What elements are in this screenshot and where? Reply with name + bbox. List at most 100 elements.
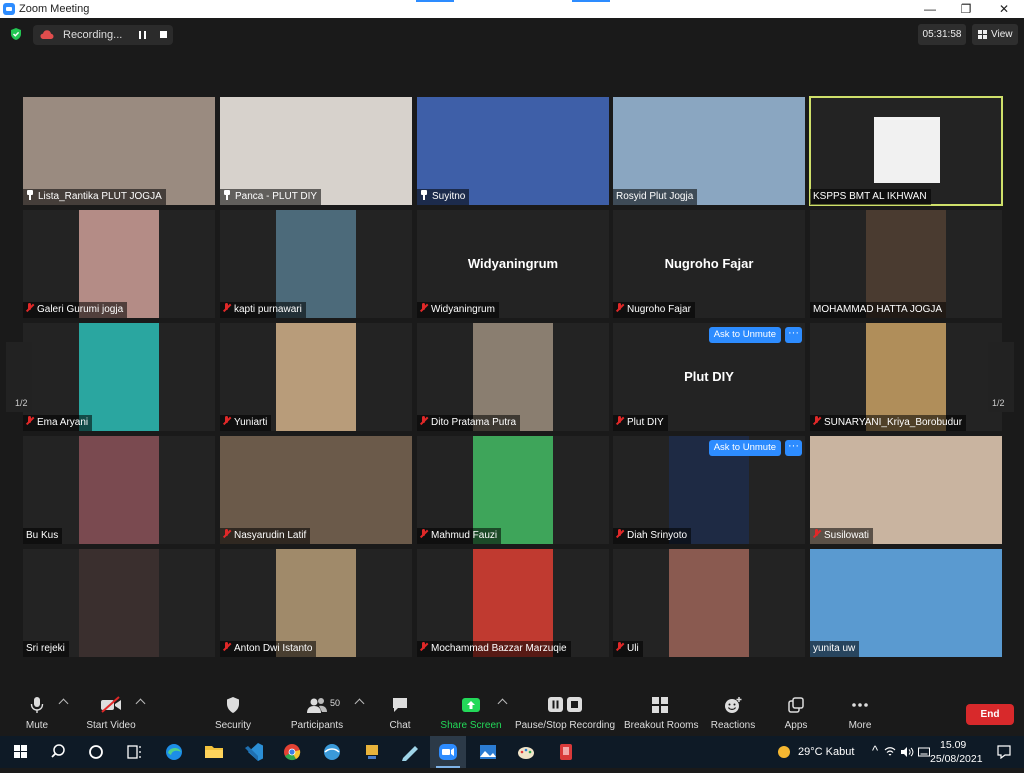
breakout-rooms-button[interactable]: Breakout Rooms bbox=[624, 690, 698, 736]
ask-to-unmute-button[interactable]: Ask to Unmute bbox=[708, 327, 781, 343]
participants-options-caret[interactable] bbox=[354, 698, 365, 709]
participant-video bbox=[874, 117, 940, 183]
share-screen-button[interactable]: Share Screen bbox=[438, 690, 504, 736]
participants-button[interactable]: 50 Participants bbox=[286, 690, 348, 736]
participant-tile[interactable]: MOHAMMAD HATTA JOGJA bbox=[810, 210, 1002, 318]
participant-tile[interactable]: Dito Pratama Putra bbox=[417, 323, 609, 431]
volume-icon[interactable] bbox=[900, 746, 914, 758]
more-button[interactable]: More bbox=[840, 690, 880, 736]
taskbar-app-network[interactable] bbox=[354, 736, 390, 768]
security-button[interactable]: Security bbox=[210, 690, 256, 736]
taskbar-app-notes[interactable] bbox=[392, 736, 428, 768]
participant-display-name: Widyaningrum bbox=[467, 256, 559, 271]
end-meeting-button[interactable]: End bbox=[966, 704, 1014, 725]
participant-tile[interactable]: Rosyid Plut Jogja bbox=[613, 97, 805, 205]
tray-overflow-icon[interactable]: ^ bbox=[872, 743, 878, 758]
participant-tile[interactable]: Ema Aryani bbox=[23, 323, 215, 431]
participant-tile[interactable]: Yuniarti bbox=[220, 323, 412, 431]
taskbar-photos[interactable] bbox=[470, 736, 506, 768]
minimize-button[interactable]: — bbox=[910, 1, 950, 17]
participant-tile[interactable]: Bu Kus bbox=[23, 436, 215, 544]
participant-name: SUNARYANI_Kriya_Borobudur bbox=[824, 417, 963, 428]
participant-tile[interactable]: Galeri Gurumi jogja bbox=[23, 210, 215, 318]
clock-date: 25/08/2021 bbox=[930, 753, 983, 765]
participant-name-label: Anton Dwi Istanto bbox=[220, 641, 317, 657]
ask-to-unmute-button[interactable]: Ask to Unmute bbox=[708, 440, 781, 456]
close-window-button[interactable]: ✕ bbox=[984, 1, 1024, 17]
participant-name-label: Plut DIY bbox=[613, 415, 668, 431]
participant-tile[interactable]: Mahmud Fauzi bbox=[417, 436, 609, 544]
audio-options-caret[interactable] bbox=[58, 698, 69, 709]
participant-tile[interactable]: kapti purnawari bbox=[220, 210, 412, 318]
taskbar-app-red[interactable] bbox=[548, 736, 584, 768]
muted-microphone-icon bbox=[813, 529, 820, 539]
participant-name-label: Mochammad Bazzar Marzuqie bbox=[417, 641, 571, 657]
paint-palette-icon bbox=[518, 747, 534, 759]
stop-recording-icon[interactable] bbox=[160, 31, 167, 38]
participant-name-label: Nasyarudin Latif bbox=[220, 528, 311, 544]
pause-stop-recording-button[interactable]: Pause/Stop Recording bbox=[514, 690, 616, 736]
taskbar-vscode[interactable] bbox=[236, 736, 272, 768]
wifi-icon[interactable] bbox=[884, 746, 896, 758]
taskbar-paint[interactable] bbox=[508, 736, 544, 768]
participant-name-label: Lista_Rantika PLUT JOGJA bbox=[23, 189, 166, 205]
participant-tile[interactable]: Anton Dwi Istanto bbox=[220, 549, 412, 657]
participant-video bbox=[79, 436, 159, 544]
microphone-icon bbox=[30, 697, 44, 713]
participant-tile[interactable]: Uli bbox=[613, 549, 805, 657]
pause-recording-icon[interactable] bbox=[139, 31, 146, 39]
task-view-button[interactable] bbox=[116, 736, 152, 768]
cloud-recording-icon bbox=[40, 30, 54, 39]
participant-name-label: Galeri Gurumi jogja bbox=[23, 302, 128, 318]
start-button[interactable] bbox=[2, 736, 38, 768]
participant-name: Sri rejeki bbox=[26, 643, 65, 654]
taskbar-search-button[interactable] bbox=[40, 736, 76, 768]
participant-name: Rosyid Plut Jogja bbox=[616, 191, 694, 202]
participant-tile[interactable]: Suyitno bbox=[417, 97, 609, 205]
tile-more-options-button[interactable]: ··· bbox=[785, 440, 802, 456]
participant-name-label: yunita uw bbox=[810, 641, 860, 657]
start-video-button[interactable]: Start Video bbox=[82, 690, 140, 736]
participant-name: Dito Pratama Putra bbox=[431, 417, 517, 428]
taskbar-zoom[interactable] bbox=[430, 736, 466, 768]
smiley-plus-icon bbox=[725, 697, 742, 713]
next-page-button[interactable]: 1/2 bbox=[988, 342, 1014, 412]
participant-tile[interactable]: Widyaningrum Widyaningrum bbox=[417, 210, 609, 318]
participant-tile[interactable]: SUNARYANI_Kriya_Borobudur bbox=[810, 323, 1002, 431]
participant-tile[interactable]: Plut DIY Ask to Unmute ··· Plut DIY bbox=[613, 323, 805, 431]
participant-tile[interactable]: Mochammad Bazzar Marzuqie bbox=[417, 549, 609, 657]
participant-tile[interactable]: KSPPS BMT AL IKHWAN bbox=[809, 96, 1003, 206]
chat-bubble-icon bbox=[393, 698, 407, 712]
reactions-button[interactable]: Reactions bbox=[708, 690, 758, 736]
taskbar-edge[interactable] bbox=[156, 736, 192, 768]
encryption-shield-icon[interactable] bbox=[9, 27, 23, 41]
participant-tile[interactable]: Panca - PLUT DIY bbox=[220, 97, 412, 205]
participant-tile[interactable]: Susilowati bbox=[810, 436, 1002, 544]
maximize-button[interactable]: ❐ bbox=[946, 1, 986, 17]
participant-name-label: Suyitno bbox=[417, 189, 470, 205]
participant-tile[interactable]: Nugroho Fajar Nugroho Fajar bbox=[613, 210, 805, 318]
cortana-button[interactable] bbox=[78, 736, 114, 768]
previous-page-button[interactable]: 1/2 bbox=[6, 342, 32, 412]
participants-icon bbox=[307, 698, 327, 713]
participant-tile[interactable]: Nasyarudin Latif bbox=[220, 436, 412, 544]
action-center-button[interactable] bbox=[984, 736, 1024, 768]
taskbar-file-explorer[interactable] bbox=[196, 736, 232, 768]
taskbar-clock[interactable]: 15.09 25/08/2021 bbox=[930, 736, 983, 768]
chat-button[interactable]: Chat bbox=[380, 690, 420, 736]
participant-video bbox=[669, 549, 749, 657]
taskbar-app-globe[interactable] bbox=[314, 736, 350, 768]
participant-tile[interactable]: Sri rejeki bbox=[23, 549, 215, 657]
participant-tile[interactable]: Lista_Rantika PLUT JOGJA bbox=[23, 97, 215, 205]
keyboard-input-icon[interactable] bbox=[918, 746, 930, 758]
mute-button[interactable]: Mute bbox=[14, 690, 60, 736]
participant-name-label: Mahmud Fauzi bbox=[417, 528, 502, 544]
taskbar-chrome[interactable] bbox=[274, 736, 310, 768]
apps-button[interactable]: Apps bbox=[776, 690, 816, 736]
view-button[interactable]: View bbox=[972, 24, 1018, 45]
participant-video bbox=[276, 323, 356, 431]
tile-more-options-button[interactable]: ··· bbox=[785, 327, 802, 343]
participant-tile[interactable]: Ask to Unmute ··· Diah Srinyoto bbox=[613, 436, 805, 544]
participant-tile[interactable]: yunita uw bbox=[810, 549, 1002, 657]
system-tray-icons[interactable]: ^ bbox=[870, 736, 934, 768]
